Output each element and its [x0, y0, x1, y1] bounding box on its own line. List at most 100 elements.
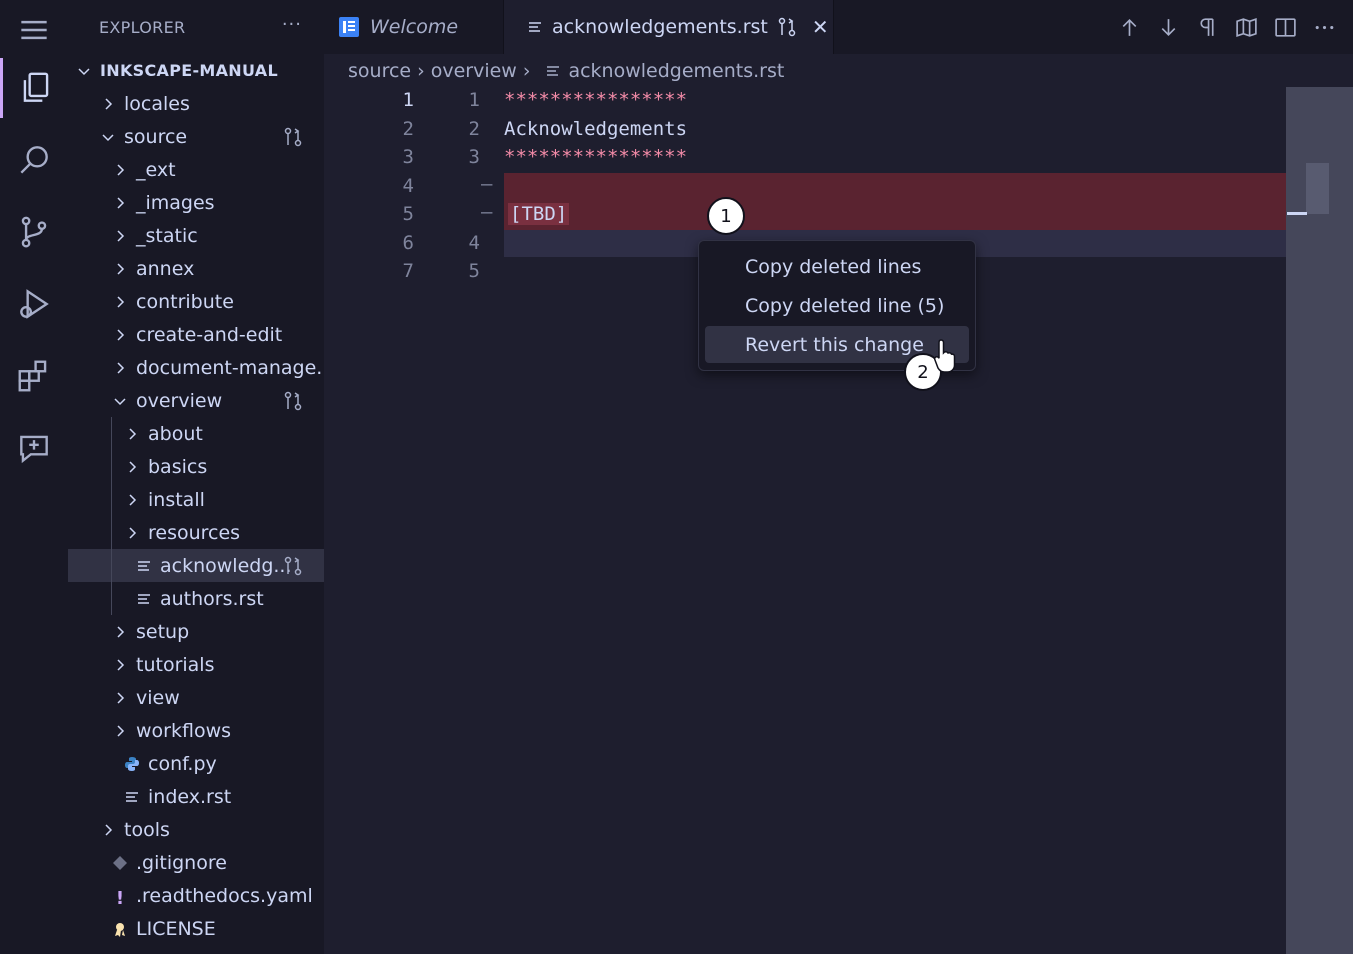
tree-folder[interactable]: basics [68, 450, 324, 483]
tree-folder[interactable]: _static [68, 219, 324, 252]
extensions-icon[interactable] [0, 346, 68, 406]
tree-folder[interactable]: setup [68, 615, 324, 648]
tree-item-label: install [148, 488, 205, 511]
chevron-right-icon [117, 295, 125, 308]
file-lines-icon [138, 560, 150, 571]
chat-icon[interactable] [0, 418, 68, 478]
tree-folder[interactable]: overview [68, 384, 324, 417]
breadcrumb-overview[interactable]: overview [431, 60, 517, 82]
chevron-right-icon [129, 493, 137, 506]
git-icon [113, 855, 127, 870]
tree-item-label: about [148, 422, 203, 445]
chevron-right-icon: › [417, 59, 425, 82]
tree-item-label: _static [136, 224, 198, 247]
chevron-right-icon [117, 625, 125, 638]
chevron-right-icon [117, 196, 125, 209]
chevron-right-icon [117, 328, 125, 341]
breadcrumb-file[interactable]: acknowledgements.rst [568, 60, 784, 82]
tree-folder[interactable]: create-and-edit [68, 318, 324, 351]
git-compare-icon [778, 17, 796, 37]
tree-file[interactable]: index.rst [68, 780, 324, 813]
chevron-down-icon [114, 397, 126, 405]
tree-folder[interactable]: _ext [68, 153, 324, 186]
chevron-right-icon [117, 229, 125, 242]
activity-bar [0, 0, 68, 954]
code-line: **************** [504, 89, 688, 111]
source-control-icon[interactable] [0, 202, 68, 262]
tree-folder[interactable]: source [68, 120, 324, 153]
diff-editor[interactable]: 1 1 **************** 2 2 Acknowledgements 3 3 **… [324, 87, 1307, 954]
chevron-right-icon [117, 262, 125, 275]
tree-folder[interactable]: about [68, 417, 324, 450]
more-icon[interactable] [1312, 15, 1337, 40]
code-line: Acknowledgements [504, 117, 688, 140]
tree-item-label: .gitignore [136, 851, 227, 874]
tab-bar: Welcome acknowledgements.rst ✕ [324, 0, 1353, 54]
python-icon [125, 756, 139, 771]
tree-item-label: document-manage... [136, 356, 324, 379]
copy-deleted-line-item[interactable]: Copy deleted line (5) [705, 287, 969, 324]
deleted-line-marker: — [481, 201, 493, 223]
explorer-sidebar: EXPLORER ··· INKSCAPE-MANUAL locales sour… [68, 0, 324, 954]
tree-folder[interactable]: install [68, 483, 324, 516]
tree-item-label: conf.py [148, 752, 217, 775]
tree-file[interactable]: conf.py [68, 747, 324, 780]
tree-item-label: resources [148, 521, 241, 544]
code-line: **************** [504, 146, 688, 168]
map-icon[interactable] [1234, 15, 1259, 40]
modified-line-number: 1 [468, 89, 480, 111]
tree-item-label: overview [136, 389, 223, 412]
tree-folder[interactable]: tools [68, 813, 324, 846]
split-editor-icon[interactable] [1273, 15, 1298, 40]
chevron-right-icon [117, 658, 125, 671]
tree-folder[interactable]: view [68, 681, 324, 714]
pilcrow-icon[interactable] [1195, 15, 1220, 40]
tab-acknowledgements[interactable]: acknowledgements.rst ✕ [504, 0, 834, 54]
copy-deleted-lines-item[interactable]: Copy deleted lines [705, 248, 969, 285]
editor-actions [1117, 0, 1337, 54]
git-compare-icon [284, 391, 302, 411]
modified-line-number: 3 [468, 146, 480, 168]
chevron-right-icon: › [522, 59, 531, 82]
tree-item-label: setup [136, 620, 190, 643]
run-debug-icon[interactable] [0, 274, 68, 334]
breadcrumb: source › overview › acknowledgements.rst [324, 54, 1286, 87]
workspace-root[interactable]: INKSCAPE-MANUAL [68, 54, 324, 87]
git-compare-icon [284, 556, 302, 576]
tree-folder[interactable]: contribute [68, 285, 324, 318]
search-icon[interactable] [0, 130, 68, 190]
menu-icon[interactable] [0, 0, 68, 60]
tree-folder[interactable]: _images [68, 186, 324, 219]
tree-folder[interactable]: workflows [68, 714, 324, 747]
arrow-up-icon[interactable] [1117, 15, 1142, 40]
chevron-right-icon [105, 823, 113, 836]
tree-folder[interactable]: resources [68, 516, 324, 549]
tree-folder[interactable]: tutorials [68, 648, 324, 681]
file-lines-icon [547, 65, 560, 76]
tree-item-label: _ext [136, 158, 176, 181]
tree-folder[interactable]: document-manage... [68, 351, 324, 384]
overview-ruler[interactable] [1286, 87, 1353, 954]
arrow-down-icon[interactable] [1156, 15, 1181, 40]
tab-label: acknowledgements.rst [552, 16, 768, 38]
tree-item-label: index.rst [148, 785, 232, 808]
tree-folder[interactable]: annex [68, 252, 324, 285]
breadcrumb-source[interactable]: source [348, 60, 411, 82]
explorer-icon[interactable] [0, 58, 68, 118]
tree-file[interactable]: LICENSE [68, 912, 324, 945]
original-line-number: 7 [402, 260, 414, 282]
yaml-icon: ! [115, 887, 125, 909]
chevron-right-icon [129, 427, 137, 440]
tree-file[interactable]: .gitignore [68, 846, 324, 879]
tree-file[interactable]: authors.rst [68, 582, 324, 615]
more-actions-icon[interactable]: ··· [282, 14, 302, 35]
scrollbar-thumb[interactable] [1306, 163, 1329, 214]
tree-folder[interactable]: locales [68, 87, 324, 120]
close-tab-icon[interactable]: ✕ [812, 15, 829, 39]
tab-welcome[interactable]: Welcome [324, 0, 504, 54]
tree-file[interactable]: ! .readthedocs.yaml [68, 879, 324, 912]
chevron-right-icon [117, 724, 125, 737]
tree-file[interactable]: acknowledg... [68, 549, 324, 582]
tree-item-label: workflows [136, 719, 232, 742]
modified-line-number: 4 [468, 231, 480, 254]
